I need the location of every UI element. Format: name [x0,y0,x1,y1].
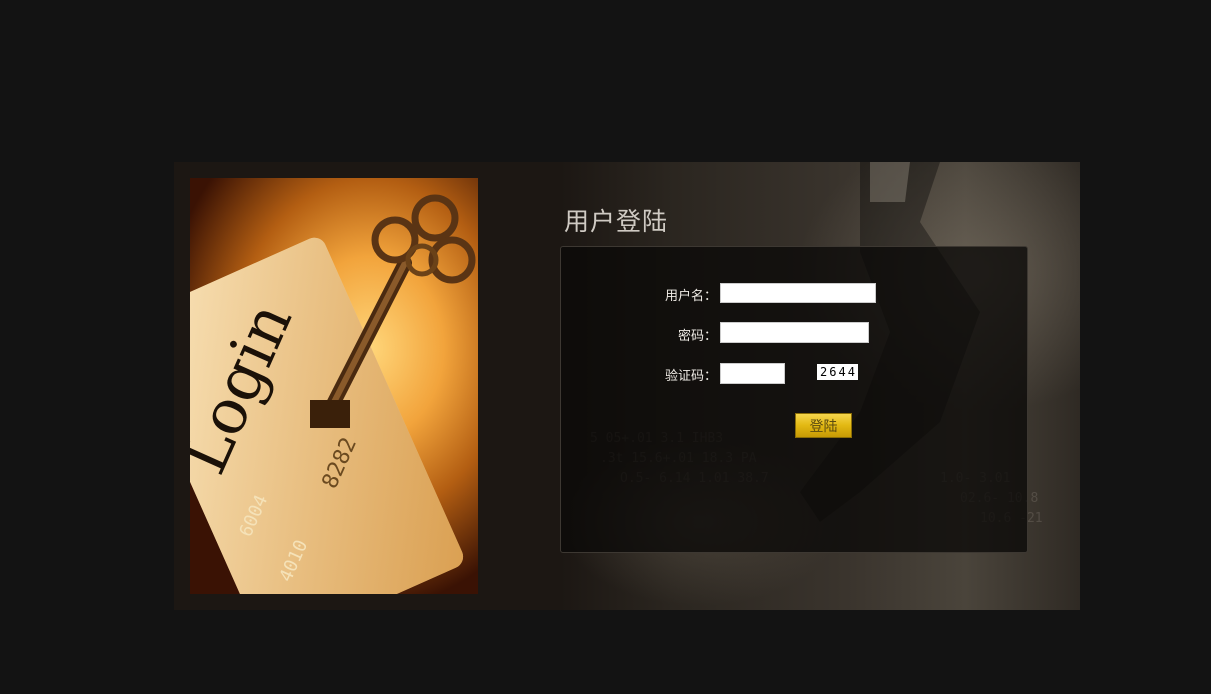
page-title: 用户登陆 [564,207,669,236]
password-label: 密码： [677,329,717,344]
login-panel: 5 05+.01 3.1 IHB3 .3t 15.6+.01 18.3 PA O… [174,162,1080,610]
username-input[interactable] [720,283,876,303]
password-input[interactable] [720,322,869,343]
login-form: 用户名： 密码： 验证码： 2644 登陆 [560,246,1028,553]
captcha-input[interactable] [720,363,785,384]
captcha-label: 验证码： [664,369,717,384]
username-label: 用户名： [664,289,717,304]
captcha-image[interactable]: 2644 [817,364,858,380]
hero-image: Login 8282 4010 6004 [190,178,478,594]
login-button[interactable]: 登陆 [795,413,852,438]
